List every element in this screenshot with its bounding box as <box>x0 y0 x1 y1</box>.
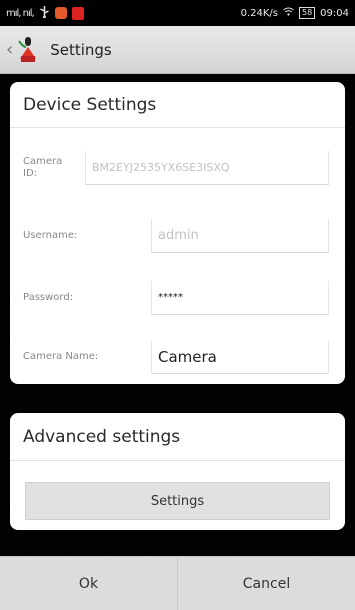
network-speed: 0.24K/s <box>240 7 278 19</box>
cat-app-icon <box>54 7 67 19</box>
password-row: Password: ***** <box>10 268 345 328</box>
cancel-button[interactable]: Cancel <box>177 557 355 610</box>
app-logo-icon[interactable] <box>16 35 40 65</box>
username-row: Username: admin <box>10 206 345 266</box>
battery-icon: 58 <box>298 7 316 19</box>
camera-id-field[interactable]: BM2EYJ2535YX6SE3ISXQ <box>85 151 329 185</box>
status-right: 0.24K/s 58 09:04 <box>241 7 349 19</box>
status-left: mıl, nıl, <box>6 5 84 21</box>
advanced-settings-button[interactable]: Settings <box>25 482 330 520</box>
advanced-settings-card: Advanced settings Settings <box>10 413 345 530</box>
password-field[interactable]: ***** <box>151 281 329 315</box>
title-bar: ‹ Settings <box>0 26 355 74</box>
signal-icon: mıl, nıl, <box>6 7 35 19</box>
device-settings-card: Device Settings Camera ID: BM2EYJ2535YX6… <box>10 82 345 384</box>
camera-id-label: Camera ID: <box>23 156 63 179</box>
wifi-icon <box>283 7 294 19</box>
ok-button[interactable]: Ok <box>0 557 177 610</box>
bottom-action-bar: Ok Cancel <box>0 556 355 610</box>
password-label: Password: <box>23 292 74 303</box>
page-title: Settings <box>50 40 112 59</box>
status-bar: mıl, nıl, 0.24K/s 58 09:04 <box>0 0 355 26</box>
username-label: Username: <box>23 230 78 241</box>
advanced-settings-header: Advanced settings <box>10 413 345 461</box>
camera-app-notification-icon <box>71 6 84 20</box>
camera-name-label: Camera Name: <box>23 351 99 362</box>
status-time: 09:04 <box>320 7 349 19</box>
camera-name-row: Camera Name: Camera <box>10 327 345 387</box>
camera-id-row: Camera ID: BM2EYJ2535YX6SE3ISXQ <box>10 138 345 198</box>
chevron-left-icon[interactable]: ‹ <box>6 39 13 60</box>
camera-name-field[interactable]: Camera <box>151 340 329 374</box>
usb-icon <box>39 5 50 21</box>
username-field[interactable]: admin <box>151 219 329 253</box>
device-settings-header: Device Settings <box>10 82 345 128</box>
